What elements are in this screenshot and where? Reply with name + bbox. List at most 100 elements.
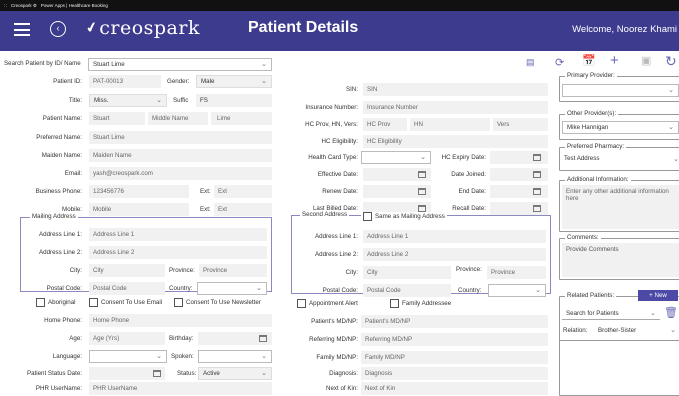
postal-code-label: Postal Code: [46, 285, 82, 292]
second-province-field[interactable]: Province [487, 266, 546, 279]
calendar-icon[interactable] [418, 171, 426, 178]
sin-field[interactable]: SIN [363, 83, 548, 96]
search-related-patients-dropdown[interactable]: Search for Patients ⌄ [562, 307, 660, 320]
email-field[interactable]: yash@creospark.com [89, 167, 272, 180]
second-country-dropdown[interactable]: ⌄ [488, 284, 546, 297]
hamburger-menu-icon[interactable] [14, 23, 30, 36]
business-phone-field[interactable]: 123456776 [89, 185, 189, 198]
phr-username-field[interactable]: PHR UserName [89, 382, 272, 395]
calendar-icon[interactable] [153, 370, 161, 377]
hc-eligibility-field[interactable]: HC Eligibility [363, 135, 548, 148]
mailing-address-line2[interactable]: Address Line 2 [89, 246, 267, 259]
ext-label: Ext: [200, 206, 211, 213]
calendar-icon[interactable]: 📅 [582, 55, 596, 68]
health-card-type-label: Health Card Type: [308, 154, 358, 161]
city-label: City: [69, 267, 82, 274]
address-line1-label: Address Line 1: [39, 231, 82, 238]
mailing-country-dropdown[interactable]: ⌄ [197, 282, 267, 295]
primary-provider-dropdown[interactable]: ⌄ [562, 84, 679, 97]
vers-field[interactable]: Vers [493, 118, 548, 131]
second-postal-field[interactable]: Postal Code [363, 284, 451, 297]
family-md-field[interactable]: Family MD/NP [361, 351, 548, 364]
spoken-dropdown[interactable]: ⌄ [198, 350, 272, 363]
calendar-icon[interactable] [418, 205, 426, 212]
status-label: Status: [177, 370, 197, 377]
hc-prov-field[interactable]: HC Prov [363, 118, 407, 131]
calendar-icon[interactable] [533, 154, 541, 161]
renew-date-label: Renew Date: [322, 188, 358, 195]
consent-email-checkbox[interactable]: Consent To Use Email [89, 298, 162, 307]
comments-legend: Comments: [565, 234, 601, 241]
preferred-pharmacy-legend: Preferred Pharmacy: [565, 143, 627, 150]
delete-icon[interactable]: 🗑 [664, 306, 678, 319]
mailing-address-legend: Mailing Address [30, 213, 78, 220]
other-providers-dropdown[interactable]: Mike Hannigan ⌄ [562, 121, 679, 134]
preferred-name-field[interactable]: Stuart Lime [89, 131, 272, 144]
home-phone-field[interactable]: Home Phone [89, 314, 272, 327]
business-ext-field[interactable]: Ext [214, 185, 272, 198]
calendar-icon[interactable] [533, 205, 541, 212]
family-addressee-checkbox[interactable]: Family Addressee [390, 299, 451, 308]
gender-dropdown[interactable]: Male ⌄ [196, 75, 272, 88]
patients-md-label: Patient's MD/NP: [311, 318, 358, 325]
sync-icon[interactable]: ⟳ [555, 57, 564, 70]
hn-field[interactable]: HN [410, 118, 490, 131]
mailing-address-line1[interactable]: Address Line 1 [89, 228, 267, 241]
calendar-icon[interactable] [418, 188, 426, 195]
search-label: Search Patient by ID/ Name [4, 60, 81, 67]
middle-name-field[interactable]: Middle Name [148, 112, 208, 125]
maiden-name-field[interactable]: Maiden Name [89, 149, 272, 162]
calendar-icon[interactable] [533, 188, 541, 195]
card-view-icon[interactable]: ▤ [526, 56, 535, 69]
mobile-field[interactable]: Mobile [89, 203, 189, 216]
province-label: Province: [456, 266, 482, 273]
calendar-icon[interactable] [533, 171, 541, 178]
diagnosis-field[interactable]: Diagnosis [361, 367, 548, 380]
sin-label: SIN: [345, 86, 358, 93]
consent-newsletter-checkbox[interactable]: Consent To Use Newsletter [174, 298, 261, 307]
next-of-kin-field[interactable]: Next of Kin [361, 382, 548, 395]
health-card-type-dropdown[interactable]: ⌄ [361, 151, 431, 164]
mailing-city-field[interactable]: City [89, 264, 165, 277]
new-related-patient-button[interactable]: + New [638, 290, 678, 301]
page-title: Patient Details [248, 19, 359, 36]
chevron-down-icon: ⌄ [420, 154, 426, 161]
relation-dropdown[interactable]: Brother-Sister ⌄ [590, 324, 679, 337]
first-name-field[interactable]: Stuart [89, 112, 145, 125]
mailing-postal-field[interactable]: Postal Code [89, 282, 165, 295]
app-launcher-icon[interactable]: ∷ [4, 3, 7, 9]
second-address-line2[interactable]: Address Line 2 [363, 248, 546, 261]
family-md-label: Family MD/NP: [316, 354, 358, 361]
chevron-down-icon: ⌄ [670, 327, 676, 334]
last-name-field[interactable]: Lime [211, 112, 272, 125]
calendar-icon[interactable] [259, 335, 267, 342]
suffix-field[interactable]: FS [196, 94, 272, 107]
appointment-alert-checkbox[interactable]: Appointment Alert [297, 299, 358, 308]
search-patient-dropdown[interactable]: Stuart Lime ⌄ [88, 58, 272, 71]
mobile-ext-field[interactable]: Ext [214, 203, 272, 216]
title-dropdown[interactable]: Miss. ⌄ [89, 94, 167, 107]
patients-md-field[interactable]: Patient's MD/NP [361, 315, 548, 328]
additional-info-textarea[interactable]: Enter any other additional information h… [562, 185, 679, 229]
aboriginal-checkbox[interactable]: Aboriginal [36, 298, 76, 307]
comments-textarea[interactable]: Provide Comments [562, 243, 679, 277]
back-icon[interactable]: ‹ [50, 21, 66, 37]
preferred-pharmacy-dropdown[interactable]: Test Address ⌄ [564, 155, 679, 167]
hc-prov-label: HC Prov, HN, Vers: [305, 121, 358, 128]
add-icon[interactable]: + [610, 53, 619, 68]
status-dropdown[interactable]: Active ⌄ [198, 367, 272, 380]
second-city-field[interactable]: City [363, 266, 451, 279]
same-as-mailing-checkbox[interactable]: Same as Mailing Address [361, 212, 447, 221]
language-dropdown[interactable]: ⌄ [89, 350, 167, 363]
referring-md-field[interactable]: Referring MD/NP [361, 333, 548, 346]
save-icon[interactable]: ▣ [641, 55, 651, 68]
gender-label: Gender: [167, 78, 190, 85]
mailing-province-field[interactable]: Province [199, 264, 267, 277]
patient-id-field[interactable]: PAT-00013 [89, 75, 161, 88]
insurance-number-field[interactable]: Insurance Number [363, 101, 548, 114]
refresh-icon[interactable]: ↻ [665, 54, 677, 68]
effective-date-label: Effective Date: [317, 171, 358, 178]
age-field[interactable]: Age (Yrs) [89, 332, 165, 345]
province-label: Province: [169, 267, 195, 274]
second-address-line1[interactable]: Address Line 1 [363, 230, 546, 243]
